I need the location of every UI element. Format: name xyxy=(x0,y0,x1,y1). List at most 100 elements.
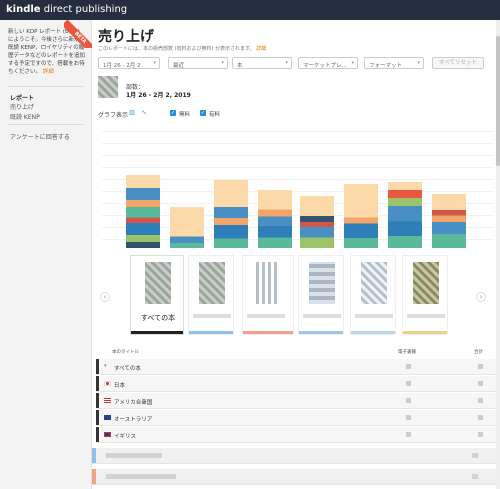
bar-chart-icon[interactable]: ▥ xyxy=(128,109,136,116)
beta-details-link[interactable]: 詳細 xyxy=(43,69,54,75)
table-row[interactable]: アメリカ合衆国 xyxy=(96,393,500,409)
row-selected-marker xyxy=(96,427,99,442)
paid-label: 有料 xyxy=(209,112,221,118)
row-selected-marker xyxy=(96,410,99,425)
book-color-edge xyxy=(92,469,96,484)
sidebar-item-sales[interactable]: 売り上げ xyxy=(10,102,34,111)
beta-ribbon-text: BETA xyxy=(64,20,92,48)
table-row[interactable]: オーストラリア xyxy=(96,410,500,426)
row-label: イギリス xyxy=(114,434,137,440)
selected-book-thumbnail xyxy=(98,76,118,98)
kdp-logo[interactable]: kindle direct publishing xyxy=(6,4,127,15)
col-total: 合計 xyxy=(474,350,483,355)
book-card-all[interactable]: すべての本 xyxy=(130,255,184,335)
chart-bar[interactable] xyxy=(300,196,334,248)
table-row[interactable]: イギリス xyxy=(96,427,500,443)
book-color-stripe xyxy=(131,331,183,334)
chevron-down-icon: ▾ xyxy=(417,60,420,66)
book-value: 本 xyxy=(237,63,243,69)
row-selected-marker xyxy=(96,376,99,391)
book-card[interactable] xyxy=(188,255,234,335)
date-range-value: 1月 26 - 2月 2 xyxy=(103,63,141,69)
format-filter[interactable]: フォーマット ▾ xyxy=(364,57,424,69)
subtitle-text: このレポートには、本の販売部数 (有料および無料) が表示されます。 xyxy=(98,46,255,52)
book-row[interactable] xyxy=(92,469,500,485)
subtitle-details-link[interactable]: 詳細 xyxy=(256,46,266,52)
page-scrollbar[interactable] xyxy=(496,20,500,489)
marketplace-value: マーケットプレ... xyxy=(303,63,347,69)
page-title: 売り上げ xyxy=(98,29,154,45)
chevron-down-icon: ▾ xyxy=(221,60,224,66)
book-card[interactable] xyxy=(350,255,396,335)
book-cover xyxy=(253,262,279,304)
uk-flag-icon xyxy=(104,432,111,437)
total-value-blurred xyxy=(478,381,483,386)
date-range-filter[interactable]: 1月 26 - 2月 2 ▾ xyxy=(98,57,160,69)
sidebar-survey-link[interactable]: アンケートに回答する xyxy=(10,132,70,141)
total-value-blurred xyxy=(478,432,483,437)
chart-bar[interactable] xyxy=(432,194,466,248)
table-header: 本のタイトル 電子書籍 合計 xyxy=(112,347,492,357)
format-value: フォーマット xyxy=(369,63,403,69)
book-total-blurred xyxy=(472,453,478,458)
book-total-blurred xyxy=(472,474,478,479)
book-title-blurred xyxy=(106,453,162,458)
beta-ribbon: BETA xyxy=(64,20,92,48)
paid-checkbox[interactable]: ✓ xyxy=(200,110,206,116)
book-color-stripe xyxy=(243,331,293,334)
book-cover xyxy=(145,262,171,304)
chart-bar[interactable] xyxy=(126,175,160,248)
ebook-value-blurred xyxy=(406,381,411,386)
collapse-icon[interactable]: ▾ xyxy=(104,363,107,369)
line-chart-icon[interactable]: ∿ xyxy=(140,109,148,116)
period-filter[interactable]: 最近 ▾ xyxy=(168,57,228,69)
row-label: オーストラリア xyxy=(114,417,153,423)
book-color-stripe xyxy=(189,331,233,334)
book-name-blurred xyxy=(407,314,445,318)
book-filter[interactable]: 本 ▾ xyxy=(232,57,292,69)
chart-bar[interactable] xyxy=(344,184,378,248)
book-card[interactable] xyxy=(402,255,448,335)
total-value-blurred xyxy=(478,364,483,369)
ebook-value-blurred xyxy=(406,415,411,420)
book-card[interactable] xyxy=(242,255,294,335)
logo-bold-text: kindle xyxy=(6,4,41,15)
book-name-blurred xyxy=(193,314,231,318)
top-bar: kindle direct publishing xyxy=(0,0,500,20)
book-title-blurred xyxy=(106,474,176,479)
ebook-value-blurred xyxy=(406,364,411,369)
chevron-down-icon: ▾ xyxy=(153,60,156,66)
col-title: 本のタイトル xyxy=(112,350,139,355)
book-color-stripe xyxy=(403,331,447,334)
row-label: すべての本 xyxy=(114,366,141,372)
total-date-range: 1月 26 - 2月 2, 2019 xyxy=(126,92,191,99)
book-row[interactable] xyxy=(92,448,500,464)
book-card[interactable] xyxy=(298,255,344,335)
main-content: 売り上げ このレポートには、本の販売部数 (有料および無料) が表示されます。 … xyxy=(92,20,500,489)
reset-all-button[interactable]: すべてリセット xyxy=(432,57,484,69)
row-label: 日本 xyxy=(114,383,126,389)
sidebar-item-kenp[interactable]: 既読 KENP xyxy=(10,112,40,121)
chart-bar[interactable] xyxy=(214,180,248,248)
book-cover xyxy=(413,262,439,304)
page-subtitle: このレポートには、本の販売部数 (有料および無料) が表示されます。 詳細 xyxy=(98,45,266,52)
free-checkbox[interactable]: ✓ xyxy=(170,110,176,116)
carousel-next-button[interactable]: › xyxy=(476,292,486,302)
chart-bar[interactable] xyxy=(258,190,292,248)
chart-bar[interactable] xyxy=(388,182,422,248)
logo-text: direct publishing xyxy=(40,4,128,15)
scrollbar-thumb[interactable] xyxy=(496,36,500,166)
total-value-blurred xyxy=(478,398,483,403)
book-cover xyxy=(199,262,225,304)
divider xyxy=(8,124,84,125)
table-row[interactable]: 日本 xyxy=(96,376,500,392)
total-value-blurred xyxy=(478,415,483,420)
marketplace-filter[interactable]: マーケットプレ... ▾ xyxy=(298,57,358,69)
book-color-stripe xyxy=(299,331,343,334)
chart-bar[interactable] xyxy=(170,207,204,248)
table-row[interactable]: ▾ すべての本 xyxy=(96,359,500,375)
carousel-prev-button[interactable]: ‹ xyxy=(100,292,110,302)
ebook-value-blurred xyxy=(406,398,411,403)
row-selected-marker xyxy=(96,359,99,374)
divider xyxy=(8,86,84,87)
